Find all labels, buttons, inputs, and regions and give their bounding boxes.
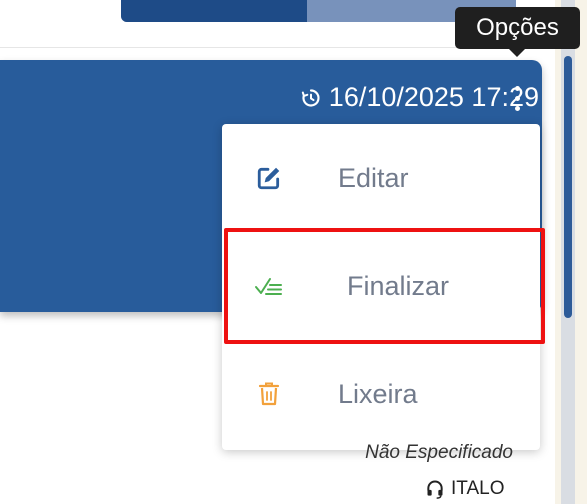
menu-item-label: Editar	[338, 162, 409, 193]
options-tooltip: Opções	[455, 7, 580, 57]
tooltip-text: Opções	[476, 14, 559, 41]
more-vertical-icon-dot	[514, 95, 520, 101]
menu-item-editar[interactable]: Editar	[222, 124, 540, 232]
scrollbar-thumb[interactable]	[564, 56, 572, 318]
more-options-button[interactable]	[505, 80, 529, 116]
priority-text: Não Especificado	[365, 442, 513, 463]
menu-item-lixeira[interactable]: Lixeira	[222, 340, 540, 448]
headset-icon	[427, 480, 443, 499]
ticket-datetime: 16/10/2025 17:29	[301, 82, 539, 113]
more-vertical-icon	[514, 85, 520, 91]
agent-name: ITALO	[451, 478, 505, 499]
highlight-box	[224, 228, 545, 344]
menu-item-label: Lixeira	[338, 378, 418, 409]
history-icon	[301, 88, 320, 107]
edit-icon	[254, 163, 284, 193]
more-vertical-icon-dot	[514, 105, 520, 111]
trash-icon	[254, 379, 284, 409]
agent-label: ITALO	[425, 478, 505, 500]
top-progress-fill	[121, 0, 307, 22]
